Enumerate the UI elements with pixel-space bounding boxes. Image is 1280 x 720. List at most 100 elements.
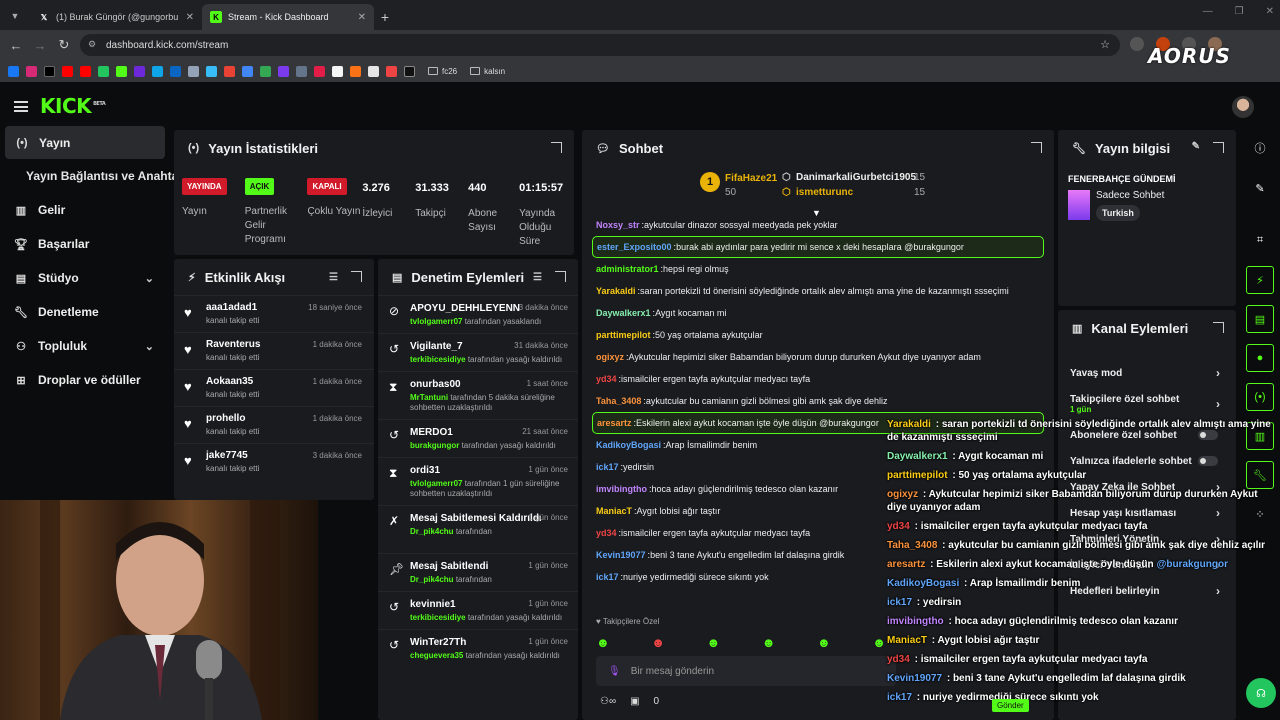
edit-icon[interactable]: ✎: [1192, 141, 1200, 152]
maximize-icon[interactable]: ❐: [1235, 6, 1244, 17]
overlay-send-button[interactable]: Gönder: [992, 699, 1029, 712]
moderator-name[interactable]: tvlolgamerr07: [410, 317, 462, 326]
sidebar-item-yayin[interactable]: (•) Yayın: [5, 126, 165, 159]
document-icon[interactable]: ▤: [1246, 305, 1274, 333]
moderator-name[interactable]: Dr_pik4chu: [410, 527, 454, 536]
viewers-icon[interactable]: ⚇∞: [600, 696, 616, 707]
chat-username[interactable]: administrator1: [596, 264, 659, 274]
channel-action-item[interactable]: Takipçilere özel sohbet 1 gün ›: [1058, 386, 1236, 422]
kick-logo[interactable]: KICK BETA: [40, 94, 106, 118]
popout-icon[interactable]: [1213, 142, 1224, 153]
chat-username[interactable]: ick17: [596, 462, 619, 472]
moderator-name[interactable]: terkibicesidiye: [410, 613, 466, 622]
bookmark-icon[interactable]: [80, 65, 91, 77]
chat-username[interactable]: KadikoyBogasi: [596, 440, 661, 450]
tab-search-icon[interactable]: ▼: [4, 5, 26, 27]
filter-icon[interactable]: ☰: [329, 272, 338, 283]
broadcast-icon[interactable]: (•): [1246, 383, 1274, 411]
bookmark-icon[interactable]: [44, 65, 55, 77]
tab-twitter[interactable]: 𝕏 (1) Burak Güngör (@gungorbu ✕: [30, 4, 202, 30]
emote-icon[interactable]: ☻: [817, 635, 831, 650]
bookmark-icon[interactable]: [368, 65, 379, 77]
chat-username[interactable]: yd34: [596, 528, 617, 538]
bookmark-icon[interactable]: [116, 65, 127, 77]
popout-icon[interactable]: [1213, 322, 1224, 333]
moderator-name[interactable]: tvlolgamerr07: [410, 479, 462, 488]
moderator-name[interactable]: cheguevera35: [410, 651, 463, 660]
bookmark-icon[interactable]: [260, 65, 271, 77]
close-icon[interactable]: ✕: [358, 12, 366, 23]
close-window-icon[interactable]: ✕: [1266, 6, 1274, 17]
bookmark-icon[interactable]: [188, 65, 199, 77]
channel-action-item[interactable]: Yavaş mod ›: [1058, 360, 1236, 386]
bookmark-icon[interactable]: [8, 65, 19, 77]
emote-icon[interactable]: ☻: [762, 635, 776, 650]
bookmark-icon[interactable]: [404, 65, 415, 77]
popout-icon[interactable]: [551, 142, 562, 153]
bookmark-icon[interactable]: [98, 65, 109, 77]
new-tab-button[interactable]: +: [374, 4, 396, 30]
emote-icon[interactable]: ☻: [707, 635, 721, 650]
emote-icon[interactable]: ☻: [651, 635, 665, 650]
chat-username[interactable]: parttimepilot: [596, 330, 651, 340]
sidebar-item-stream-key[interactable]: Yayın Bağlantısı ve Anahtarı: [0, 159, 186, 193]
popout-icon[interactable]: [1031, 142, 1042, 153]
chat-username[interactable]: Yarakaldi: [596, 286, 636, 296]
bookmark-icon[interactable]: [242, 65, 253, 77]
chat-bubble-icon[interactable]: ●: [1246, 344, 1274, 372]
category-name[interactable]: Sadece Sohbet: [1096, 190, 1164, 201]
moderator-name[interactable]: burakgungor: [410, 441, 459, 450]
chat-username[interactable]: yd34: [596, 374, 617, 384]
chat-username[interactable]: Daywalkerx1: [596, 308, 651, 318]
bookmark-icon[interactable]: [386, 65, 397, 77]
leader-name[interactable]: DanimarkaliGurbetci1905: [796, 172, 916, 183]
chat-username[interactable]: imvibingtho: [596, 484, 647, 494]
leader-name[interactable]: ismetturunc: [796, 187, 853, 198]
moderator-name[interactable]: terkibicesidiye: [410, 355, 466, 364]
reload-icon[interactable]: ↻: [52, 37, 76, 53]
extension-icon[interactable]: [1130, 37, 1144, 51]
close-icon[interactable]: ✕: [186, 12, 194, 23]
sidebar-item-basarilar[interactable]: 🏆︎ Başarılar: [0, 227, 170, 261]
bookmark-icon[interactable]: [62, 65, 73, 77]
chat-username[interactable]: ogixyz: [596, 352, 624, 362]
bookmark-folder[interactable]: kalsın: [470, 67, 505, 76]
sidebar-item-topluluk[interactable]: ⚇ Topluluk ⌄: [0, 329, 170, 363]
chat-username[interactable]: ester_Exposito00: [597, 242, 672, 252]
microphone-icon[interactable]: 🎙︎: [608, 666, 621, 677]
hamburger-menu-icon[interactable]: [14, 100, 28, 112]
lightning-icon[interactable]: ⚡︎: [1246, 266, 1274, 294]
sidebar-item-gelir[interactable]: ▥ Gelir: [0, 193, 170, 227]
crop-icon[interactable]: ⌗: [1246, 226, 1274, 254]
bookmark-folder[interactable]: fc26: [428, 67, 457, 76]
sidebar-item-studyo[interactable]: ▤ Stüdyo ⌄: [0, 261, 170, 295]
bookmark-icon[interactable]: [296, 65, 307, 77]
bookmark-icon[interactable]: [314, 65, 325, 77]
minimize-icon[interactable]: —: [1203, 6, 1213, 17]
bookmark-star-icon[interactable]: ☆: [1100, 38, 1110, 51]
bookmark-icon[interactable]: [278, 65, 289, 77]
chat-username[interactable]: Kevin19077: [596, 550, 646, 560]
bookmark-icon[interactable]: [170, 65, 181, 77]
bookmark-icon[interactable]: [206, 65, 217, 77]
bookmark-icon[interactable]: [350, 65, 361, 77]
emote-icon[interactable]: ☻: [596, 635, 610, 650]
bookmark-icon[interactable]: [134, 65, 145, 77]
forward-icon[interactable]: →: [28, 38, 52, 53]
chat-username[interactable]: ick17: [596, 572, 619, 582]
filter-icon[interactable]: ☰: [533, 272, 542, 283]
info-icon[interactable]: ⓘ: [1246, 134, 1274, 162]
site-info-icon[interactable]: ⚙: [88, 39, 100, 51]
moderator-name[interactable]: MrTantuni: [410, 393, 448, 402]
user-avatar[interactable]: [1232, 96, 1254, 118]
chat-input[interactable]: 🎙︎ Bir mesaj gönderin: [596, 656, 896, 686]
chat-username[interactable]: ManiacT: [596, 506, 632, 516]
chat-username[interactable]: Noxsy_str: [596, 220, 640, 230]
language-tag[interactable]: Turkish: [1096, 205, 1140, 221]
gift-icon[interactable]: ▣: [630, 696, 639, 707]
chat-username[interactable]: Taha_3408: [596, 396, 641, 406]
bookmark-icon[interactable]: [224, 65, 235, 77]
popout-icon[interactable]: [555, 271, 566, 282]
sidebar-item-droplar[interactable]: ⊞ Droplar ve ödüller: [0, 363, 170, 397]
url-field[interactable]: ⚙ dashboard.kick.com/stream ☆: [80, 34, 1120, 56]
